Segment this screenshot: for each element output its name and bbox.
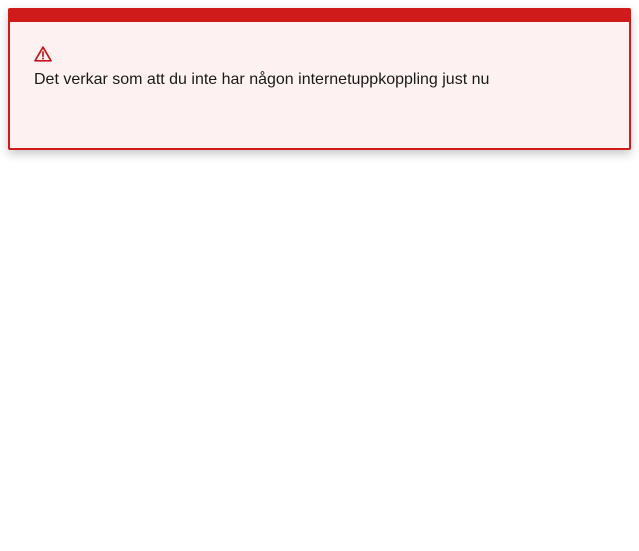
offline-alert: Det verkar som att du inte har någon int… — [8, 8, 631, 150]
alert-content: Det verkar som att du inte har någon int… — [34, 46, 605, 90]
warning-triangle-icon — [34, 46, 605, 62]
alert-message: Det verkar som att du inte har någon int… — [34, 71, 490, 88]
